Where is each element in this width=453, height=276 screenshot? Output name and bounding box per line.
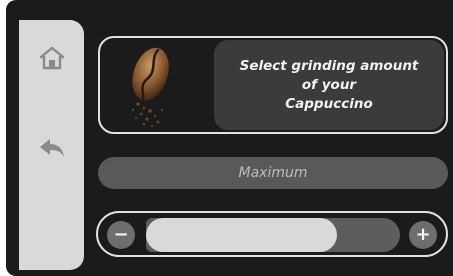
sidebar [19,20,84,270]
grind-level-label: Maximum [238,165,308,181]
screen: Select grinding amount of your Cappuccin… [0,0,453,276]
instruction-panel: Select grinding amount of your Cappuccin… [214,40,444,130]
grind-amount-slider[interactable]: − + [96,211,448,257]
machine-display: Select grinding amount of your Cappuccin… [6,0,453,276]
coffee-bean-icon [131,47,169,127]
decrease-button[interactable]: − [107,221,135,249]
slider-fill [146,218,337,252]
minus-icon: − [113,224,129,245]
home-icon [39,46,65,70]
slider-track[interactable] [146,218,400,252]
back-button[interactable] [36,132,68,164]
instruction-message: Select grinding amount of your Cappuccin… [239,57,419,112]
plus-icon: + [415,224,431,245]
home-button[interactable] [36,42,68,74]
grind-level-display: Maximum [98,157,448,189]
info-card: Select grinding amount of your Cappuccin… [98,36,448,134]
back-arrow-icon [40,139,64,157]
coffee-bean-image [100,38,216,132]
increase-button[interactable]: + [409,221,437,249]
